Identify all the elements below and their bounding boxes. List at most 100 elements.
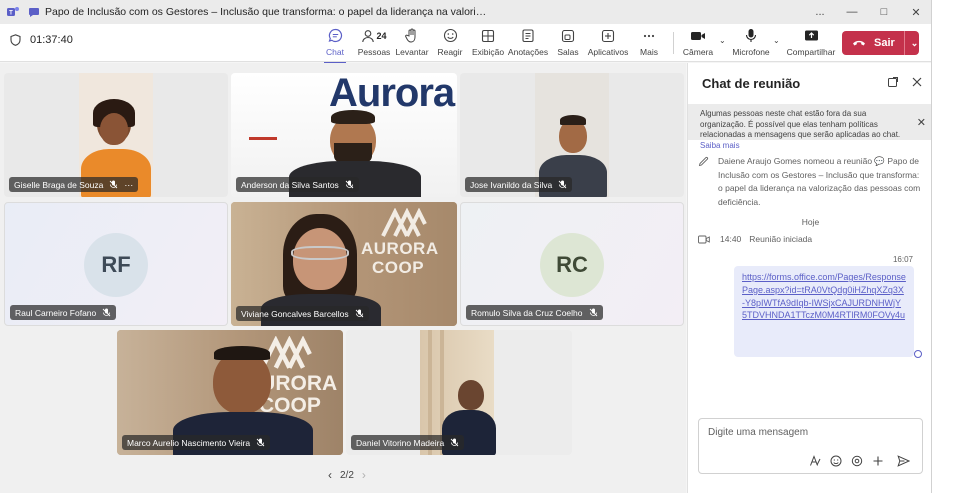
video-stage: Giselle Braga de Souza ··· Aurora Anders… (0, 63, 686, 493)
participant-tile[interactable]: Daniel Vitorino Madeira (346, 330, 572, 455)
people-button[interactable]: 24 Pessoas (357, 27, 391, 61)
message-sent-status-icon (914, 350, 922, 358)
people-label: Pessoas (357, 47, 391, 57)
message-timestamp: 16:07 (892, 255, 913, 264)
chat-message-link[interactable]: https://forms.office.com/Pages/ResponseP… (734, 266, 914, 357)
background-logo-subtext: COOP (372, 258, 425, 277)
window-more-button[interactable]: ... (804, 0, 836, 24)
participant-name: Romulo Silva da Cruz Coelho (471, 307, 583, 318)
participant-tile[interactable]: AURORA COOP Marco Aurelio Nascimento Vie… (117, 330, 343, 455)
participant-name-tag: Daniel Vitorino Madeira (351, 435, 465, 450)
chat-button[interactable]: Chat (324, 27, 346, 64)
next-page-icon[interactable]: › (362, 468, 366, 482)
raise-hand-button[interactable]: Levantar (395, 27, 429, 61)
page-indicator: 2/2 (340, 469, 354, 481)
minimize-button[interactable]: — (836, 0, 868, 24)
window-title: Papo de Inclusão com os Gestores – Inclu… (45, 6, 490, 18)
teams-logo-icon: T (7, 7, 19, 17)
date-separator: Hoje (801, 217, 820, 227)
loop-component-icon[interactable] (851, 455, 863, 467)
leave-label: Sair (874, 37, 895, 49)
participant-name: Giselle Braga de Souza (14, 179, 104, 190)
message-compose-box[interactable]: Digite uma mensagem (698, 418, 923, 474)
participant-tile[interactable]: AURORA COOP Viviane Goncalves Barcellos (231, 202, 457, 326)
mic-muted-icon (589, 308, 597, 317)
shield-icon (10, 34, 21, 46)
more-label: Mais (640, 47, 658, 57)
mic-muted-icon (256, 438, 265, 447)
participant-name: Daniel Vitorino Madeira (356, 437, 445, 448)
view-label: Exibição (471, 47, 505, 57)
title-bar: T Papo de Inclusão com os Gestores – Inc… (0, 0, 931, 24)
compose-actions (809, 455, 910, 467)
apps-button[interactable]: Aplicativos (588, 27, 628, 61)
meeting-toolbar: 01:37:40 Chat 24 Pessoas Levantar Reagir… (0, 24, 931, 64)
svg-text:T: T (9, 11, 13, 17)
external-org-notice: Algumas pessoas neste chat estão fora da… (688, 104, 931, 150)
leave-divider (903, 31, 905, 55)
participant-name-tag: Giselle Braga de Souza ··· (9, 177, 139, 192)
camera-button[interactable]: Câmera (683, 27, 713, 61)
system-message-text: Daiene Araujo Gomes nomeou a reunião 💬 P… (718, 156, 921, 207)
chat-label: Chat (326, 47, 344, 57)
rooms-button[interactable]: Salas (556, 27, 580, 61)
chat-header: Chat de reunião (688, 63, 931, 103)
mic-muted-icon (558, 180, 567, 189)
microphone-chevron-icon[interactable]: ⌄ (773, 36, 780, 45)
rooms-icon (561, 29, 575, 42)
close-window-button[interactable]: ✕ (900, 0, 931, 24)
microphone-label: Microfone (732, 47, 770, 57)
people-count: 24 (376, 30, 387, 41)
chat-title: Chat de reunião (702, 75, 801, 91)
emoji-icon[interactable] (830, 455, 842, 467)
meeting-renamed-event: Daiene Araujo Gomes nomeou a reunião 💬 P… (698, 155, 923, 209)
participant-tile[interactable]: Aurora Anderson da Silva Santos (231, 73, 457, 197)
phone-hangup-icon (853, 40, 865, 46)
raise-hand-label: Levantar (395, 47, 429, 57)
grid-view-icon (481, 29, 495, 42)
participant-avatar: RF (84, 233, 148, 297)
more-button[interactable]: Mais (638, 27, 660, 61)
microphone-button[interactable]: Microfone (732, 27, 770, 61)
toolbar-divider (673, 32, 674, 54)
mic-muted-icon (355, 309, 363, 318)
leave-chevron-icon[interactable]: ⌄ (911, 38, 919, 49)
pop-out-icon[interactable] (887, 76, 899, 88)
participant-tile[interactable]: RC Romulo Silva da Cruz Coelho (460, 202, 684, 326)
participant-name: Viviane Goncalves Barcellos (241, 308, 349, 319)
participant-name-tag: Romulo Silva da Cruz Coelho (466, 305, 603, 320)
participant-tile[interactable]: Giselle Braga de Souza ··· (4, 73, 228, 197)
people-icon (362, 29, 375, 42)
more-dots-icon (643, 34, 655, 37)
participant-name-tag: Jose Ivanildo da Silva (465, 177, 573, 192)
notes-button[interactable]: Anotações (508, 27, 548, 61)
participant-tile[interactable]: RF Raul Carneiro Fofano (4, 202, 228, 326)
view-button[interactable]: Exibição (471, 27, 505, 61)
learn-more-link[interactable]: Saiba mais (700, 141, 740, 150)
react-button[interactable]: Reagir (437, 27, 463, 61)
dismiss-notice-icon[interactable]: ✕ (917, 118, 926, 129)
compose-placeholder: Digite uma mensagem (708, 427, 809, 438)
participant-name-tag: Anderson da Silva Santos (236, 177, 359, 192)
camera-icon (691, 31, 705, 40)
gallery-pager: ‹ 2/2 › (320, 468, 374, 482)
mic-muted-icon (345, 180, 354, 189)
tile-more-icon[interactable]: ··· (124, 180, 133, 190)
plus-icon[interactable] (872, 455, 884, 467)
format-icon[interactable] (809, 455, 821, 467)
emoji-icon (443, 28, 457, 43)
mic-muted-icon (109, 180, 118, 189)
send-icon[interactable] (897, 455, 910, 467)
teams-window: T Papo de Inclusão com os Gestores – Inc… (0, 0, 932, 493)
previous-page-icon[interactable]: ‹ (328, 468, 332, 482)
participant-name-tag: Raul Carneiro Fofano (10, 305, 117, 320)
meeting-started-event: 14:40 Reunião iniciada (698, 234, 812, 244)
leave-button[interactable]: Sair ⌄ (842, 31, 919, 55)
close-icon[interactable] (911, 76, 923, 88)
participant-tile[interactable]: Jose Ivanildo da Silva (460, 73, 684, 197)
share-button[interactable]: Compartilhar (787, 27, 835, 61)
chat-header-actions (887, 76, 923, 88)
camera-chevron-icon[interactable]: ⌄ (719, 36, 726, 45)
maximize-button[interactable]: □ (868, 0, 900, 24)
notice-text: Algumas pessoas neste chat estão fora da… (700, 109, 901, 139)
